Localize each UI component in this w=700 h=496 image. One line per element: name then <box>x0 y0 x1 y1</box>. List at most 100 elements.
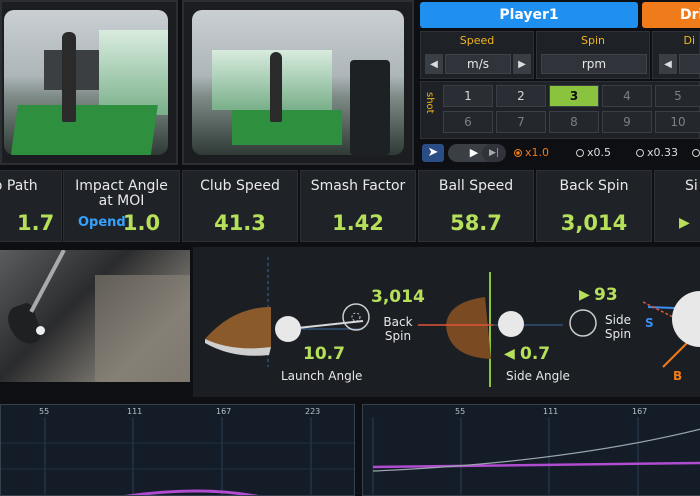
metric-value: 1.7 <box>17 211 55 235</box>
side-angle-arrow-icon: ◀ <box>504 346 515 362</box>
impact-camera-view <box>0 250 190 382</box>
tab-drive[interactable]: Drive <box>642 2 700 28</box>
metric-label: Club Path <box>0 178 38 194</box>
metric-label: Si <box>685 178 698 194</box>
shot-label: shot <box>424 92 435 114</box>
camera-view-side <box>182 0 414 165</box>
trajectory-chart-left: 55 111 167 223 <box>0 404 355 496</box>
launch-angle-value: 10.7 <box>303 344 345 364</box>
side-spin-icon <box>569 309 597 337</box>
side-spin-value: 93 <box>594 285 618 305</box>
hitting-mat <box>232 110 342 145</box>
sensor-kiosk <box>350 60 390 155</box>
speed-unit-select[interactable]: m/s <box>445 54 511 74</box>
shot-button-2[interactable]: 2 <box>496 85 546 107</box>
back-spin-icon <box>342 303 370 331</box>
ball-icon <box>498 311 524 337</box>
shot-button-8[interactable]: 8 <box>549 111 599 133</box>
chart-tick: 167 <box>632 407 648 416</box>
chart-tick: 167 <box>216 407 232 416</box>
metric-label: Club Speed <box>200 178 280 194</box>
cursor-icon[interactable]: ➤ <box>422 144 444 162</box>
side-angle-value: 0.7 <box>520 344 551 364</box>
shot-button-9[interactable]: 9 <box>602 111 652 133</box>
golfer-figure <box>62 32 76 122</box>
spin-unit-control: Spin rpm <box>536 31 650 79</box>
radio-icon <box>636 149 644 157</box>
golfer-figure <box>270 52 282 122</box>
speed-option-1[interactable]: x1.0 <box>514 146 549 159</box>
speed-prev-button[interactable]: ◀ <box>425 54 443 74</box>
metric-value: 41.3 <box>214 211 266 235</box>
metric-label: Back Spin <box>559 178 629 194</box>
driver-face-icon <box>446 297 491 359</box>
shot-button-7[interactable]: 7 <box>496 111 546 133</box>
launch-angle-label: Launch Angle <box>281 369 363 383</box>
playback-bar: ➤ ▶ ▶| x1.0 x0.5 x0.33 <box>420 143 700 165</box>
side-angle-label: Side Angle <box>506 369 570 383</box>
shot-button-10[interactable]: 10 <box>655 111 700 133</box>
side-spin-label: Side Spin <box>604 313 632 341</box>
back-spin-label: Back Spin <box>383 315 413 343</box>
chart-tick: 111 <box>127 407 143 416</box>
hitting-mat <box>10 105 158 155</box>
metric-label: Smash Factor <box>310 178 406 194</box>
back-spin-value: 3,014 <box>371 287 425 307</box>
club-shaft <box>29 250 66 313</box>
ball <box>36 326 45 335</box>
play-icon: ▶ <box>469 146 479 159</box>
shot-button-1[interactable]: 1 <box>443 85 493 107</box>
chart-tick: 55 <box>39 407 50 416</box>
metric-value: 58.7 <box>450 211 502 235</box>
metric-club-speed: Club Speed 41.3 <box>182 170 298 242</box>
distance-prev-button[interactable]: ◀ <box>659 54 677 74</box>
metric-value: 1.42 <box>332 211 384 235</box>
side-spin-arrow-icon: ▶ <box>679 215 690 231</box>
ball-orientation-icon <box>672 291 700 347</box>
shot-selector: shot 1 2 3 4 5 6 7 8 9 10 <box>420 81 700 139</box>
metric-value: 3,014 <box>560 211 628 235</box>
speed-option-4[interactable] <box>692 146 700 159</box>
shot-button-3[interactable]: 3 <box>549 85 599 107</box>
ball-letter-s: S <box>645 316 654 330</box>
speed-unit-control: Speed ◀ m/s ▶ <box>420 31 534 79</box>
club-head <box>4 301 44 349</box>
step-forward-icon: ▶| <box>489 148 499 158</box>
projection-screen <box>99 30 168 115</box>
side-spin-arrow-icon: ▶ <box>579 287 590 303</box>
metric-smash-factor: Smash Factor 1.42 <box>300 170 416 242</box>
speed-label: Speed <box>459 34 495 47</box>
metric-label: Ball Speed <box>438 178 514 194</box>
chart-tick: 111 <box>543 407 559 416</box>
camera-view-front <box>0 0 178 165</box>
radio-icon <box>576 149 584 157</box>
radio-icon <box>514 149 522 157</box>
metric-value: 1.0 <box>122 211 161 235</box>
ball-icon <box>275 316 301 342</box>
spin-unit-select[interactable]: rpm <box>541 54 647 74</box>
player-tab[interactable]: Player1 <box>420 2 638 28</box>
metric-label: Impact Angle at MOI <box>75 178 168 209</box>
impact-visualization: 3,014 Back Spin 10.7 Launch Angle ▶ 93 S… <box>193 247 700 397</box>
metric-ball-speed: Ball Speed 58.7 <box>418 170 534 242</box>
spin-label: Spin <box>581 34 605 47</box>
speed-option-3[interactable]: x0.33 <box>636 146 678 159</box>
speed-next-button[interactable]: ▶ <box>513 54 531 74</box>
metric-side-spin: Si ▶ <box>654 170 700 242</box>
shot-button-4[interactable]: 4 <box>602 85 652 107</box>
radio-icon <box>692 149 700 157</box>
trajectory-chart-right: 55 111 167 <box>362 404 700 496</box>
step-forward-button[interactable]: ▶| <box>482 144 506 162</box>
ball-letter-b: B <box>673 369 683 383</box>
distance-unit-select[interactable] <box>679 54 700 74</box>
metric-club-path: Club Path 1.7 <box>0 170 62 242</box>
metric-impact-angle: Impact Angle at MOI Opend 1.0 <box>63 170 180 242</box>
distance-label: Di <box>683 34 695 47</box>
metric-back-spin: Back Spin 3,014 <box>536 170 652 242</box>
shot-button-5[interactable]: 5 <box>655 85 700 107</box>
chart-tick: 55 <box>455 407 466 416</box>
distance-unit-control: Di ◀ <box>652 31 700 79</box>
chart-tick: 223 <box>305 407 321 416</box>
speed-option-2[interactable]: x0.5 <box>576 146 611 159</box>
shot-button-6[interactable]: 6 <box>443 111 493 133</box>
